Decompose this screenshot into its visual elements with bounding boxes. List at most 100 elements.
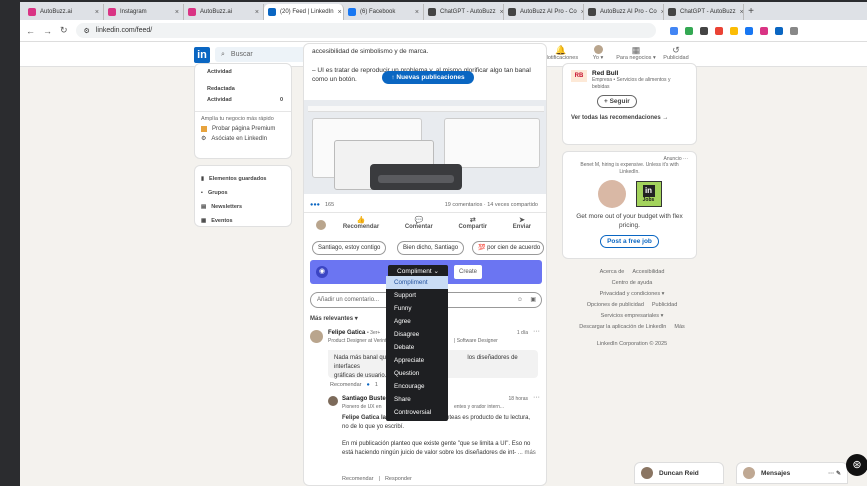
compartir-button[interactable]: ⇄ Compartir xyxy=(458,216,487,230)
emoji-icon[interactable]: ☺ xyxy=(517,293,523,307)
enviar-button[interactable]: ➤ Enviar xyxy=(513,216,531,230)
back-icon[interactable]: ← xyxy=(26,26,35,36)
reactions-count[interactable]: ●●● 165 xyxy=(310,202,334,208)
image-icon[interactable]: ▣ xyxy=(530,293,536,307)
site-info-icon[interactable]: ⚙ xyxy=(84,27,90,35)
reactor-avatar[interactable] xyxy=(316,220,326,230)
reload-icon[interactable]: ↻ xyxy=(60,25,68,36)
extension-icon[interactable] xyxy=(669,26,678,35)
footer-link[interactable]: Centro de ayuda xyxy=(612,280,653,286)
chat-duncan-reid[interactable]: Duncan Reid xyxy=(634,462,724,484)
shortcut-item[interactable]: ▦ Eventos xyxy=(201,214,285,226)
tone-option-debate[interactable]: Debate xyxy=(386,341,448,354)
quick-reply-chip[interactable]: Santiago, estoy contigo xyxy=(312,241,387,255)
shortcut-item[interactable]: ▪ Grupos xyxy=(201,186,285,200)
commenter-name[interactable]: Felipe Gatica xyxy=(328,330,365,336)
company-name[interactable]: Red Bull xyxy=(592,70,688,77)
autobuzz-floating-icon[interactable]: ⊛ xyxy=(846,454,867,476)
url-field[interactable]: ⚙ linkedin.com/feed/ xyxy=(75,23,656,38)
footer-link[interactable]: Acerca de xyxy=(600,269,625,275)
more-icon[interactable]: ··· xyxy=(533,394,540,401)
nav-bell[interactable]: 🔔 Notificaciones xyxy=(541,45,581,61)
activity-item[interactable]: Actividad xyxy=(207,66,283,77)
close-tab-icon[interactable]: × xyxy=(175,9,179,16)
tone-option-question[interactable]: Question xyxy=(386,367,448,380)
tone-option-compliment[interactable]: Compliment xyxy=(386,276,448,289)
tone-option-controversial[interactable]: Controversial xyxy=(386,406,448,419)
extension-icon[interactable] xyxy=(684,26,693,35)
like-comment-button[interactable]: Recomendar xyxy=(342,476,374,482)
extension-icon[interactable] xyxy=(699,26,708,35)
tone-option-share[interactable]: Share xyxy=(386,393,448,406)
quick-reply-chip[interactable]: 💯 por cien de acuerdo xyxy=(472,241,544,255)
new-tab-button[interactable]: + xyxy=(744,4,758,20)
post-stats[interactable]: 19 comentarios · 14 veces compartido xyxy=(445,202,538,208)
browser-tab[interactable]: AutoBuzz.ai × xyxy=(184,4,264,20)
browser-tab[interactable]: AutoBuzz AI Pro - Co× xyxy=(584,4,664,20)
forward-icon[interactable]: → xyxy=(43,26,52,36)
nav-grid[interactable]: ▦ Para negocios ▾ xyxy=(616,45,656,61)
comentar-button[interactable]: 💬 Comentar xyxy=(405,216,433,230)
tone-option-support[interactable]: Support xyxy=(386,289,448,302)
browser-tab[interactable]: ChatGPT - AutoBuzz × xyxy=(664,4,744,20)
shortcut-item[interactable]: ▮ Elementos guardados xyxy=(201,172,285,186)
extension-icon[interactable] xyxy=(759,26,768,35)
browser-tab[interactable]: AutoBuzz AI Pro - Co× xyxy=(504,4,584,20)
footer-link[interactable]: Más xyxy=(674,324,684,330)
follow-button[interactable]: + Seguir xyxy=(597,95,637,108)
more-icon[interactable]: ··· xyxy=(533,328,540,335)
extension-icon[interactable] xyxy=(774,26,783,35)
footer-link[interactable]: Accesibilidad xyxy=(632,269,664,275)
recomendar-button[interactable]: 👍 Recomendar xyxy=(343,216,379,230)
commenter-name[interactable]: Santiago Bustel xyxy=(342,396,387,402)
close-tab-icon[interactable]: × xyxy=(95,9,99,16)
close-tab-icon[interactable]: × xyxy=(338,9,342,16)
like-comment-button[interactable]: Recomendar xyxy=(330,382,362,388)
extension-icon[interactable] xyxy=(729,26,738,35)
autobuzz-icon[interactable]: ◉ xyxy=(316,266,328,278)
close-tab-icon[interactable]: × xyxy=(415,9,419,16)
nav-ads[interactable]: ↺ Publicidad xyxy=(656,45,696,61)
close-tab-icon[interactable]: × xyxy=(255,9,259,16)
see-more-link[interactable]: ... más xyxy=(518,450,536,456)
browser-tab[interactable]: Instagram × xyxy=(104,4,184,20)
commenter-avatar[interactable] xyxy=(310,330,323,343)
more-icon[interactable]: ··· ✎ xyxy=(828,470,841,477)
extension-icon[interactable] xyxy=(714,26,723,35)
quick-reply-chip[interactable]: Bien dicho, Santiago xyxy=(397,241,465,255)
extension-icon[interactable] xyxy=(789,26,798,35)
redbull-logo[interactable]: RB xyxy=(571,70,587,82)
tone-option-funny[interactable]: Funny xyxy=(386,302,448,315)
browser-tab[interactable]: ChatGPT - AutoBuzz × xyxy=(424,4,504,20)
commenter-avatar[interactable] xyxy=(328,396,338,406)
sort-comments[interactable]: Más relevantes ▾ xyxy=(310,315,358,322)
tone-option-disagree[interactable]: Disagree xyxy=(386,328,448,341)
nav-me[interactable]: Yo ▾ xyxy=(578,45,618,61)
footer-link[interactable]: Publicidad xyxy=(652,302,677,308)
post-image[interactable] xyxy=(304,100,546,194)
activity-item[interactable]: Actividad 0 xyxy=(207,94,283,105)
tone-option-appreciate[interactable]: Appreciate xyxy=(386,354,448,367)
tone-option-agree[interactable]: Agree xyxy=(386,315,448,328)
footer-link[interactable]: Opciones de publicidad xyxy=(587,302,644,308)
browser-tab[interactable]: AutoBuzz.ai × xyxy=(24,4,104,20)
extension-icon[interactable] xyxy=(744,26,753,35)
messaging-bar[interactable]: Mensajes ··· ✎ xyxy=(736,462,848,484)
premium-link[interactable]: Probar página Premium xyxy=(201,126,285,132)
browser-tab[interactable]: (20) Feed | LinkedIn × xyxy=(264,4,344,20)
create-button[interactable]: Create xyxy=(454,265,482,279)
activity-item[interactable]: Redactada xyxy=(207,83,283,94)
reply-button[interactable]: Responder xyxy=(385,476,412,482)
browser-tab[interactable]: (6) Facebook × xyxy=(344,4,424,20)
post-free-job-button[interactable]: Post a free job xyxy=(600,235,659,248)
new-posts-button[interactable]: ↑ Nuevas publicaciones xyxy=(382,71,474,84)
partner-link[interactable]: ⚙ Asóciate en LinkedIn xyxy=(201,135,285,143)
see-all-recommendations[interactable]: Ver todas las recomendaciones → xyxy=(571,115,688,121)
footer-link[interactable]: Privacidad y condiciones ▾ xyxy=(600,291,665,297)
more-icon[interactable]: ··· xyxy=(683,156,688,162)
tone-option-encourage[interactable]: Encourage xyxy=(386,380,448,393)
footer-link[interactable]: Servicios empresariales ▾ xyxy=(601,313,664,319)
footer-link[interactable]: Descargar la aplicación de LinkedIn xyxy=(579,324,666,330)
linkedin-logo[interactable]: in xyxy=(194,47,210,63)
shortcut-item[interactable]: ▤ Newsletters xyxy=(201,200,285,214)
